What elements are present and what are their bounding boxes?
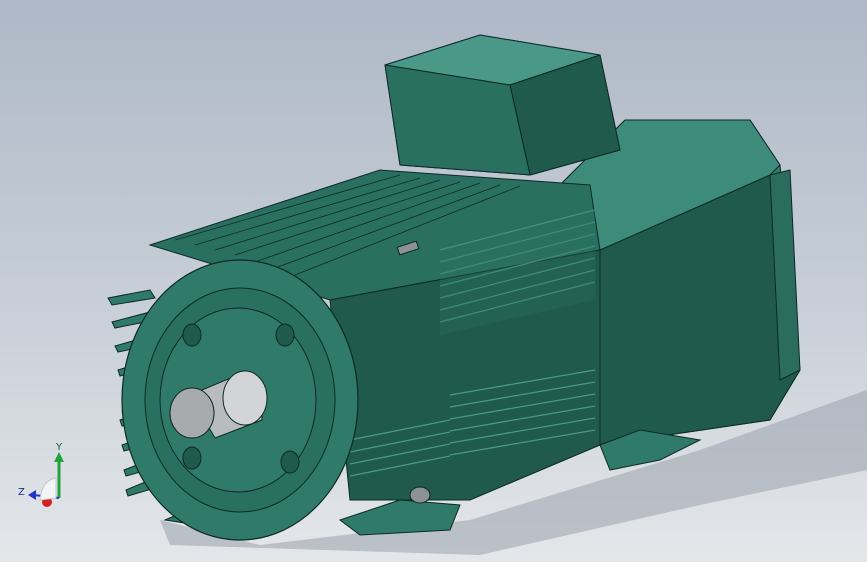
view-cone-icon [39, 477, 57, 501]
y-axis-label: Y [55, 442, 63, 453]
graphics-viewport[interactable]: Y Z [0, 0, 867, 562]
z-axis-label: Z [18, 487, 25, 498]
y-axis-arrow [54, 452, 64, 462]
reference-triad: Y Z [18, 442, 64, 507]
z-axis-arrow [28, 490, 36, 500]
motor-3d-model[interactable] [0, 0, 867, 562]
ground-screw [409, 486, 431, 504]
terminal-box [384, 34, 621, 176]
